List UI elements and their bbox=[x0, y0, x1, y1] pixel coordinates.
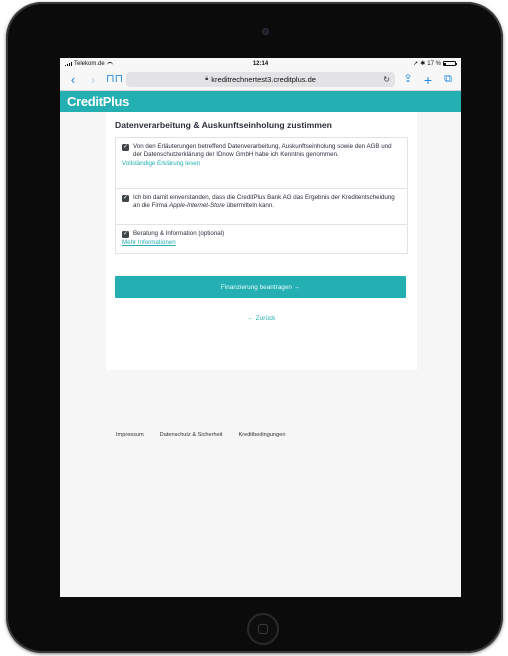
url-text: kreditrechnertest3.creditplus.de bbox=[211, 75, 316, 84]
tabs-overview-icon[interactable]: ⧉ bbox=[441, 74, 455, 85]
footer-links: Impressum Datenschutz & Sicherheit Kredi… bbox=[116, 432, 285, 438]
bluetooth-icon: ✱ bbox=[420, 61, 426, 67]
consent-text: Ich bin damit einverstanden, dass die Cr… bbox=[133, 194, 395, 209]
footer-link-credit-terms[interactable]: Kreditbedingungen bbox=[238, 432, 285, 438]
home-button[interactable] bbox=[247, 613, 279, 645]
footer-link-impressum[interactable]: Impressum bbox=[116, 432, 144, 438]
location-icon: ➚ bbox=[413, 61, 419, 67]
front-camera bbox=[262, 28, 269, 35]
apply-financing-button[interactable]: Finanzierung beantragen → bbox=[115, 276, 406, 298]
page-title: Datenverarbeitung & Auskunftseinholung z… bbox=[115, 120, 332, 130]
bookmarks-book-icon[interactable]: ⊓⊓ bbox=[106, 74, 123, 85]
wifi-icon bbox=[106, 61, 113, 66]
address-bar[interactable]: 🔒︎ kreditrechnertest3.creditplus.de ↻ bbox=[126, 72, 395, 87]
browser-toolbar: ‹ › ⊓⊓ 🔒︎ kreditrechnertest3.creditplus.… bbox=[60, 69, 461, 91]
new-tab-plus-icon[interactable]: + bbox=[421, 73, 435, 87]
reload-icon[interactable]: ↻ bbox=[383, 75, 390, 84]
creditplus-logo[interactable]: CreditPlus bbox=[67, 94, 129, 109]
status-bar: Telekom.de 12:14 ➚ ✱ 17 % bbox=[60, 58, 461, 69]
checkbox-checked-icon[interactable]: ✓ bbox=[122, 230, 129, 238]
consent-text: Beratung & Information (optional) bbox=[133, 230, 225, 237]
status-time: 12:14 bbox=[252, 60, 269, 67]
consent-item-advice: ✓ Beratung & Information (optional) Mehr… bbox=[115, 225, 408, 254]
checkbox-checked-icon[interactable]: ✓ bbox=[122, 194, 129, 202]
battery-icon bbox=[442, 61, 457, 66]
share-icon[interactable]: ⇪ bbox=[401, 74, 415, 85]
back-chevron-icon[interactable]: ‹ bbox=[66, 73, 80, 86]
consent-card: Datenverarbeitung & Auskunftseinholung z… bbox=[106, 112, 417, 370]
signal-icon bbox=[65, 61, 72, 66]
brand-header: CreditPlus bbox=[60, 91, 461, 112]
carrier-label: Telekom.de bbox=[74, 60, 105, 67]
lock-icon: 🔒︎ bbox=[205, 76, 209, 82]
battery-percent: 17 % bbox=[427, 60, 441, 67]
forward-chevron-icon[interactable]: › bbox=[86, 73, 100, 86]
consent-text: Von den Erläuterungen betreffend Datenve… bbox=[133, 143, 392, 158]
footer-link-privacy[interactable]: Datenschutz & Sicherheit bbox=[160, 432, 223, 438]
full-declaration-link[interactable]: Vollständige Erklärung lesen bbox=[122, 159, 401, 168]
more-info-link[interactable]: Mehr Informationen bbox=[122, 238, 401, 247]
consent-item-credit-decision: ✓ Ich bin damit einverstanden, dass die … bbox=[115, 189, 408, 225]
back-link[interactable]: ← Zurück bbox=[115, 315, 408, 322]
consent-item-data-processing: ✓ Von den Erläuterungen betreffend Daten… bbox=[115, 137, 408, 189]
ipad-screen: Telekom.de 12:14 ➚ ✱ 17 % ‹ › ⊓⊓ 🔒︎ kred… bbox=[60, 58, 461, 597]
checkbox-checked-icon[interactable]: ✓ bbox=[122, 143, 129, 151]
